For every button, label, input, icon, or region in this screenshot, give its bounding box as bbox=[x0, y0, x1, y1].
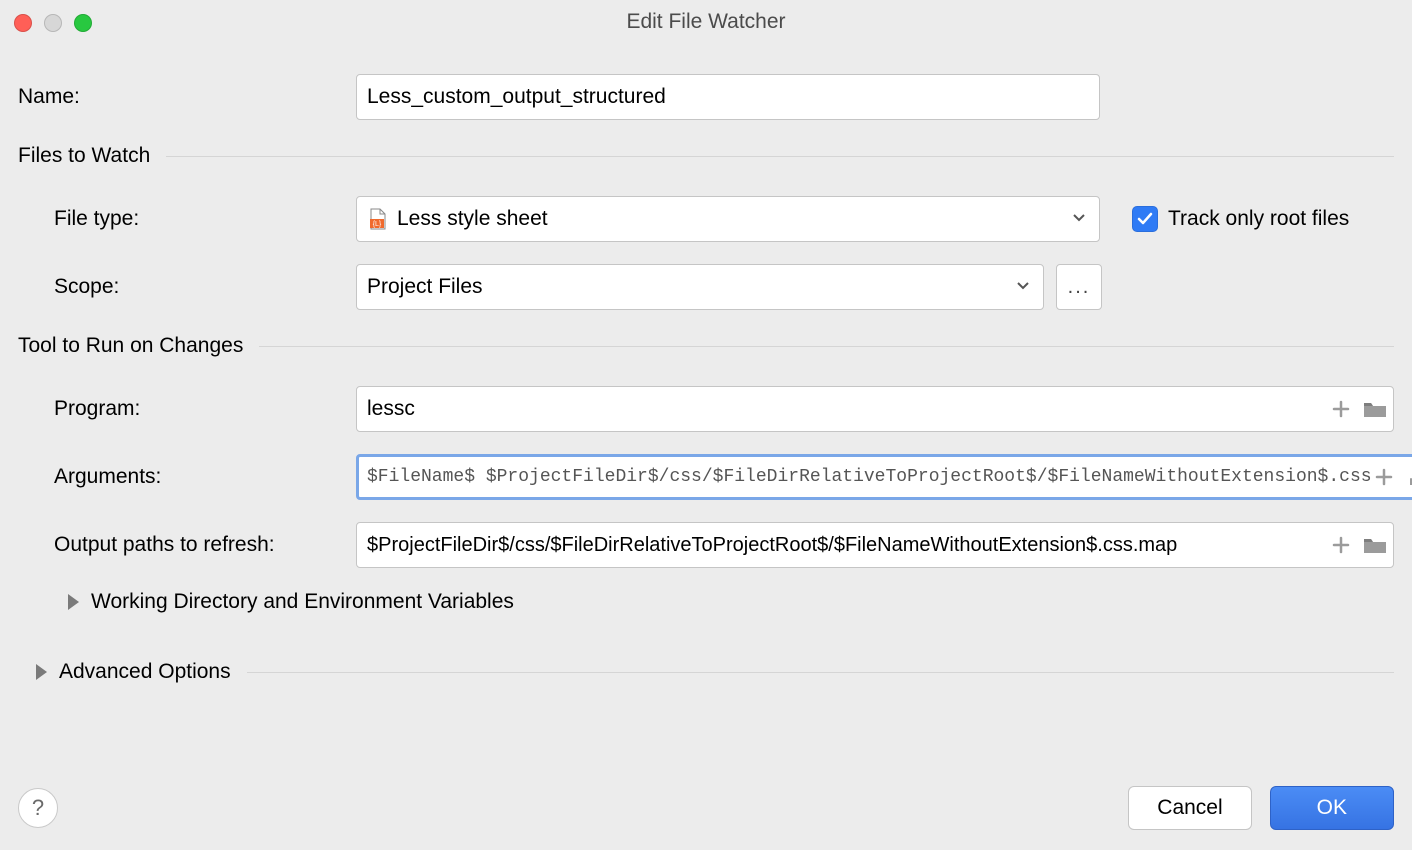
section-title-files-to-watch: Files to Watch bbox=[18, 144, 150, 168]
ok-label: OK bbox=[1317, 796, 1347, 820]
expand-icon[interactable] bbox=[1406, 465, 1412, 489]
chevron-down-icon bbox=[1071, 207, 1087, 231]
working-directory-section-toggle[interactable]: Working Directory and Environment Variab… bbox=[68, 590, 1394, 614]
ellipsis-icon: ... bbox=[1068, 276, 1091, 299]
section-title-tool-to-run: Tool to Run on Changes bbox=[18, 334, 243, 358]
scope-combobox[interactable]: Project Files bbox=[356, 264, 1044, 310]
output-paths-value: $ProjectFileDir$/css/$FileDirRelativeToP… bbox=[367, 534, 1329, 557]
file-type-label: File type: bbox=[18, 207, 356, 231]
browse-folder-icon[interactable] bbox=[1363, 533, 1387, 557]
ok-button[interactable]: OK bbox=[1270, 786, 1394, 830]
track-only-root-checkbox[interactable] bbox=[1132, 206, 1158, 232]
cancel-label: Cancel bbox=[1157, 796, 1222, 820]
arguments-label: Arguments: bbox=[18, 465, 356, 489]
scope-value: Project Files bbox=[367, 275, 483, 299]
file-type-combobox[interactable]: {L} Less style sheet bbox=[356, 196, 1100, 242]
name-input[interactable]: Less_custom_output_structured bbox=[356, 74, 1100, 120]
scope-label: Scope: bbox=[18, 275, 356, 299]
track-only-root-label: Track only root files bbox=[1168, 207, 1349, 231]
file-type-value: Less style sheet bbox=[397, 207, 548, 231]
less-file-icon: {L} bbox=[367, 208, 389, 230]
working-directory-label: Working Directory and Environment Variab… bbox=[91, 590, 514, 614]
scope-browse-button[interactable]: ... bbox=[1056, 264, 1102, 310]
svg-text:{L}: {L} bbox=[373, 221, 382, 228]
help-button[interactable]: ? bbox=[18, 788, 58, 828]
dialog-footer: ? Cancel OK bbox=[18, 786, 1394, 830]
name-value: Less_custom_output_structured bbox=[367, 85, 666, 109]
advanced-options-section-toggle[interactable]: Advanced Options bbox=[36, 660, 1394, 684]
divider bbox=[259, 346, 1394, 347]
cancel-button[interactable]: Cancel bbox=[1128, 786, 1251, 830]
section-files-to-watch: Files to Watch bbox=[18, 144, 1394, 168]
chevron-right-icon bbox=[36, 664, 47, 680]
chevron-right-icon bbox=[68, 594, 79, 610]
advanced-options-label: Advanced Options bbox=[59, 660, 231, 684]
name-label: Name: bbox=[18, 85, 356, 109]
window-title: Edit File Watcher bbox=[626, 10, 785, 34]
arguments-value: $FileName$ $ProjectFileDir$/css/$FileDir… bbox=[367, 467, 1372, 487]
insert-macro-icon[interactable] bbox=[1329, 533, 1353, 557]
help-icon: ? bbox=[32, 795, 44, 821]
arguments-input[interactable]: $FileName$ $ProjectFileDir$/css/$FileDir… bbox=[356, 454, 1412, 500]
divider bbox=[166, 156, 1394, 157]
minimize-window-button[interactable] bbox=[44, 14, 62, 32]
zoom-window-button[interactable] bbox=[74, 14, 92, 32]
divider bbox=[247, 672, 1394, 673]
browse-folder-icon[interactable] bbox=[1363, 397, 1387, 421]
insert-macro-icon[interactable] bbox=[1329, 397, 1353, 421]
window-controls bbox=[14, 14, 92, 32]
titlebar: Edit File Watcher bbox=[0, 0, 1412, 44]
program-input[interactable]: lessc bbox=[356, 386, 1394, 432]
output-paths-label: Output paths to refresh: bbox=[18, 533, 356, 557]
program-value: lessc bbox=[367, 397, 1329, 421]
program-label: Program: bbox=[18, 397, 356, 421]
dialog-content: Name: Less_custom_output_structured File… bbox=[0, 44, 1412, 684]
insert-macro-icon[interactable] bbox=[1372, 465, 1396, 489]
output-paths-input[interactable]: $ProjectFileDir$/css/$FileDirRelativeToP… bbox=[356, 522, 1394, 568]
close-window-button[interactable] bbox=[14, 14, 32, 32]
section-tool-to-run: Tool to Run on Changes bbox=[18, 334, 1394, 358]
chevron-down-icon bbox=[1015, 275, 1031, 299]
